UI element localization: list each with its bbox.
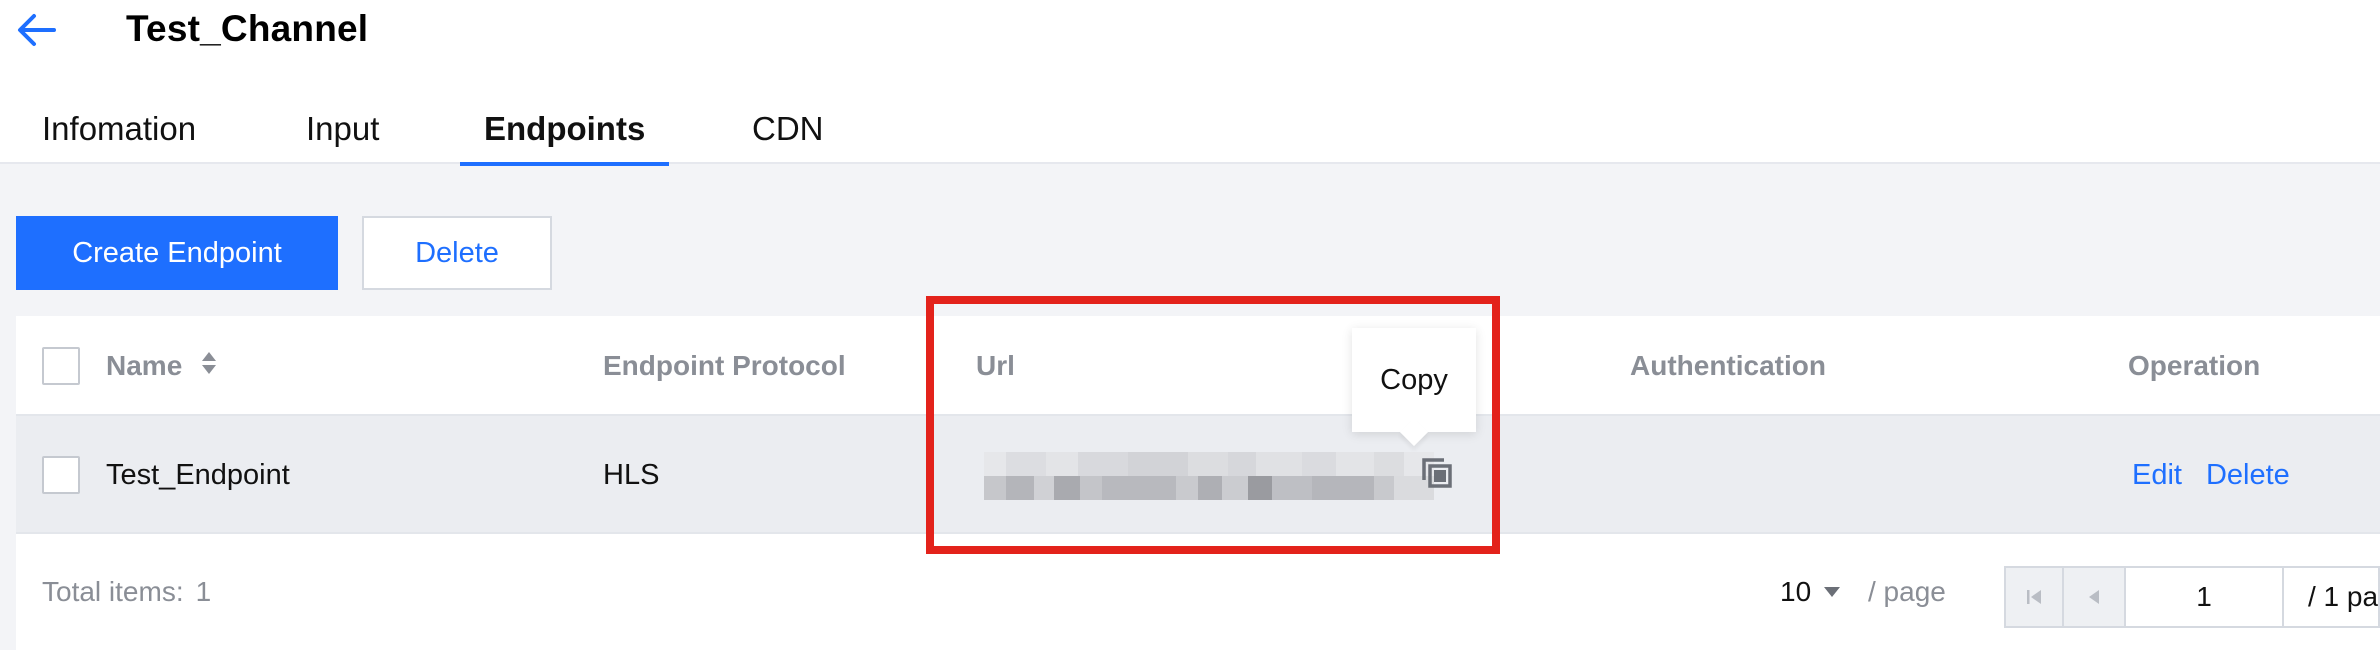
endpoint-name: Test_Endpoint	[106, 458, 290, 491]
total-items: Total items: 1	[42, 534, 211, 650]
column-header-protocol: Endpoint Protocol	[603, 350, 846, 381]
copy-icon[interactable]	[1420, 456, 1454, 490]
tab-infomation[interactable]: Infomation	[42, 102, 196, 164]
column-header-url: Url	[976, 350, 1015, 381]
page-total-label: / 1 pa	[2284, 566, 2380, 628]
copy-tooltip: Copy	[1352, 328, 1476, 432]
endpoint-protocol: HLS	[603, 458, 660, 491]
first-page-button[interactable]	[2004, 566, 2064, 628]
delete-button[interactable]: Delete	[362, 216, 552, 290]
total-items-count: 1	[195, 576, 212, 607]
column-header-operation: Operation	[2128, 350, 2261, 381]
column-header-authentication: Authentication	[1630, 350, 1826, 381]
delete-link[interactable]: Delete	[2206, 459, 2290, 492]
table-footer: Total items: 1 10 / page 1 / 1 pa	[16, 534, 2380, 650]
back-button[interactable]	[12, 10, 60, 50]
page-title: Test_Channel	[126, 8, 369, 49]
tab-cdn[interactable]: CDN	[752, 102, 824, 164]
row-checkbox[interactable]	[42, 456, 80, 494]
table-row: Test_Endpoint HLS Edit Delete	[16, 416, 2380, 534]
select-all-checkbox[interactable]	[42, 347, 80, 385]
page-size-value: 10	[1780, 576, 1812, 607]
tab-input[interactable]: Input	[306, 102, 379, 164]
prev-page-button[interactable]	[2064, 566, 2126, 628]
url-value-redacted	[984, 446, 1434, 506]
page-number-input[interactable]: 1	[2126, 566, 2284, 628]
operation-links: Edit Delete	[2132, 416, 2290, 534]
endpoints-table: Name Endpoint Protocol Url Authenticatio…	[16, 316, 2380, 650]
total-items-label: Total items:	[42, 576, 184, 607]
edit-link[interactable]: Edit	[2132, 459, 2182, 492]
create-endpoint-button[interactable]: Create Endpoint	[16, 216, 338, 290]
arrow-left-icon	[18, 14, 56, 46]
tab-endpoints[interactable]: Endpoints	[459, 102, 670, 166]
table-header: Name Endpoint Protocol Url Authenticatio…	[16, 316, 2380, 416]
prev-page-icon	[2089, 590, 2099, 604]
page-size-select[interactable]: 10	[1780, 534, 1841, 650]
sort-icon[interactable]	[200, 350, 218, 376]
caret-down-icon	[1824, 587, 1841, 597]
first-page-icon	[2027, 590, 2041, 604]
header-bar: Test_Channel Infomation Input Endpoints …	[0, 0, 2380, 166]
page-size-suffix: / page	[1868, 576, 1946, 607]
column-name-label: Name	[106, 350, 183, 381]
column-header-name: Name	[106, 316, 218, 416]
